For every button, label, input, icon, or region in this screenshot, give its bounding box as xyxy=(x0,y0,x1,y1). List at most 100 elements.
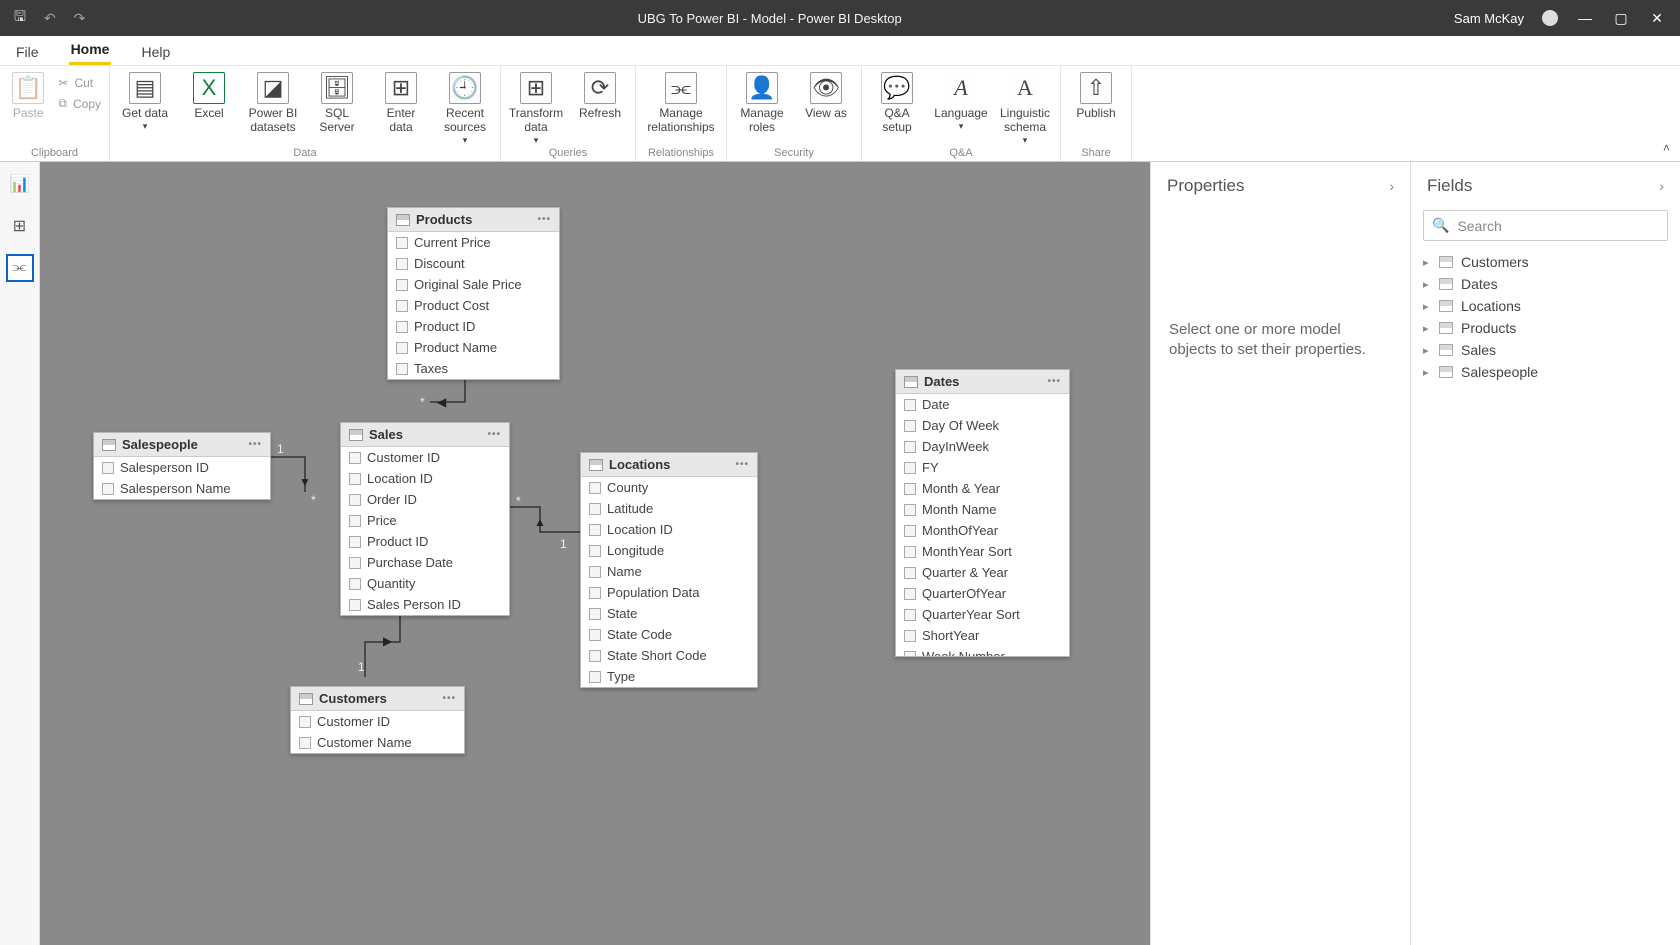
table-column[interactable]: FY xyxy=(896,457,1069,478)
publish-button[interactable]: ⇧Publish xyxy=(1069,70,1123,121)
refresh-button[interactable]: ⟳Refresh xyxy=(573,70,627,121)
table-column[interactable]: Product Cost xyxy=(388,295,559,316)
table-column[interactable]: Product ID xyxy=(388,316,559,337)
manage-roles-button[interactable]: 👤Manage roles xyxy=(735,70,789,135)
table-column[interactable]: Customer Name xyxy=(291,732,464,753)
paste-button[interactable]: 📋 Paste xyxy=(8,70,48,121)
table-column[interactable]: Month & Year xyxy=(896,478,1069,499)
table-column[interactable]: Original Sale Price xyxy=(388,274,559,295)
table-column[interactable]: Type xyxy=(581,666,757,687)
table-column[interactable]: Location ID xyxy=(341,468,509,489)
table-column[interactable]: Date xyxy=(896,394,1069,415)
table-column[interactable]: Sales Person ID xyxy=(341,594,509,615)
table-dates[interactable]: Dates••• DateDay Of WeekDayInWeekFYMonth… xyxy=(895,369,1070,657)
table-column[interactable]: Purchase Date xyxy=(341,552,509,573)
table-column[interactable]: Quarter & Year xyxy=(896,562,1069,583)
pbi-datasets-button[interactable]: ◪Power BI datasets xyxy=(246,70,300,135)
copy-button[interactable]: ⧉Copy xyxy=(58,96,101,111)
more-icon[interactable]: ••• xyxy=(1047,376,1061,387)
undo-icon[interactable]: ↶ xyxy=(44,10,56,27)
view-as-button[interactable]: 👁View as xyxy=(799,70,853,121)
fields-tree-table[interactable]: ▸Sales xyxy=(1419,339,1672,361)
table-column[interactable]: Location ID xyxy=(581,519,757,540)
fields-tree-table[interactable]: ▸Customers xyxy=(1419,251,1672,273)
table-salespeople[interactable]: Salespeople••• Salesperson IDSalesperson… xyxy=(93,432,271,500)
properties-header[interactable]: Properties › xyxy=(1151,162,1410,210)
user-name[interactable]: Sam McKay xyxy=(1454,11,1524,26)
collapse-ribbon-button[interactable]: ˄ xyxy=(1663,141,1670,155)
table-customers[interactable]: Customers••• Customer IDCustomer Name xyxy=(290,686,465,754)
tab-home[interactable]: Home xyxy=(69,35,112,65)
recent-sources-button[interactable]: 🕘Recent sources▾ xyxy=(438,70,492,145)
more-icon[interactable]: ••• xyxy=(735,459,749,470)
fields-tree-table[interactable]: ▸Locations xyxy=(1419,295,1672,317)
enter-data-button[interactable]: ⊞Enter data xyxy=(374,70,428,135)
table-column[interactable]: QuarterOfYear xyxy=(896,583,1069,604)
schema-button[interactable]: ALinguistic schema▾ xyxy=(998,70,1052,145)
table-column[interactable]: ShortYear xyxy=(896,625,1069,646)
table-column[interactable]: State xyxy=(581,603,757,624)
more-icon[interactable]: ••• xyxy=(442,693,456,704)
tab-help[interactable]: Help xyxy=(139,38,172,65)
manage-relationships-button[interactable]: ⫘Manage relationships xyxy=(644,70,718,135)
table-column[interactable]: Salesperson Name xyxy=(94,478,270,499)
model-view-button[interactable]: ⫘ xyxy=(6,254,34,282)
table-column[interactable]: Name xyxy=(581,561,757,582)
table-locations[interactable]: Locations••• CountyLatitudeLocation IDLo… xyxy=(580,452,758,688)
redo-icon[interactable]: ↷ xyxy=(74,10,86,27)
language-button[interactable]: ALanguage▾ xyxy=(934,70,988,131)
get-data-button[interactable]: ▤Get data▾ xyxy=(118,70,172,131)
tab-file[interactable]: File xyxy=(14,38,41,65)
cut-button[interactable]: ✂Cut xyxy=(58,76,101,90)
table-column[interactable]: QuarterYear Sort xyxy=(896,604,1069,625)
chevron-right-icon[interactable]: › xyxy=(1389,178,1394,194)
restore-button[interactable]: ▢ xyxy=(1612,10,1630,27)
table-column[interactable]: Month Name xyxy=(896,499,1069,520)
data-view-button[interactable]: ⊞ xyxy=(6,212,34,240)
table-column[interactable]: State Short Code xyxy=(581,645,757,666)
avatar[interactable] xyxy=(1542,10,1558,26)
table-column[interactable]: Salesperson ID xyxy=(94,457,270,478)
table-column[interactable]: Order ID xyxy=(341,489,509,510)
close-button[interactable]: ✕ xyxy=(1648,10,1666,27)
table-column[interactable]: MonthOfYear xyxy=(896,520,1069,541)
table-column[interactable]: Price xyxy=(341,510,509,531)
table-column[interactable]: DayInWeek xyxy=(896,436,1069,457)
table-column[interactable]: Quantity xyxy=(341,573,509,594)
table-column[interactable]: Product Name xyxy=(388,337,559,358)
minimize-button[interactable]: — xyxy=(1576,10,1594,26)
more-icon[interactable]: ••• xyxy=(537,214,551,225)
table-header[interactable]: Sales••• xyxy=(341,423,509,447)
table-sales[interactable]: Sales••• Customer IDLocation IDOrder IDP… xyxy=(340,422,510,616)
table-header[interactable]: Customers••• xyxy=(291,687,464,711)
transform-data-button[interactable]: ⊞Transform data▾ xyxy=(509,70,563,145)
table-column[interactable]: Latitude xyxy=(581,498,757,519)
table-column[interactable]: Week Number xyxy=(896,646,1069,656)
table-header[interactable]: Locations••• xyxy=(581,453,757,477)
table-products[interactable]: Products••• Current PriceDiscountOrigina… xyxy=(387,207,560,380)
chevron-right-icon[interactable]: › xyxy=(1659,178,1664,194)
table-header[interactable]: Salespeople••• xyxy=(94,433,270,457)
table-column[interactable]: Current Price xyxy=(388,232,559,253)
fields-tree-table[interactable]: ▸Salespeople xyxy=(1419,361,1672,383)
fields-tree-table[interactable]: ▸Dates xyxy=(1419,273,1672,295)
table-column[interactable]: Customer ID xyxy=(291,711,464,732)
qa-setup-button[interactable]: 💬Q&A setup xyxy=(870,70,924,135)
fields-tree-table[interactable]: ▸Products xyxy=(1419,317,1672,339)
table-column[interactable]: Product ID xyxy=(341,531,509,552)
table-column[interactable]: Discount xyxy=(388,253,559,274)
fields-header[interactable]: Fields › xyxy=(1411,162,1680,210)
table-column[interactable]: Population Data xyxy=(581,582,757,603)
report-view-button[interactable]: 📊 xyxy=(6,170,34,198)
table-column[interactable]: State Code xyxy=(581,624,757,645)
excel-button[interactable]: XExcel xyxy=(182,70,236,121)
sql-server-button[interactable]: 🗄SQL Server xyxy=(310,70,364,135)
table-header[interactable]: Dates••• xyxy=(896,370,1069,394)
table-column[interactable]: MonthYear Sort xyxy=(896,541,1069,562)
more-icon[interactable]: ••• xyxy=(248,439,262,450)
table-column[interactable]: Longitude xyxy=(581,540,757,561)
table-header[interactable]: Products••• xyxy=(388,208,559,232)
save-icon[interactable]: 🖫 xyxy=(14,6,26,30)
table-column[interactable]: Taxes xyxy=(388,358,559,379)
table-column[interactable]: Day Of Week xyxy=(896,415,1069,436)
